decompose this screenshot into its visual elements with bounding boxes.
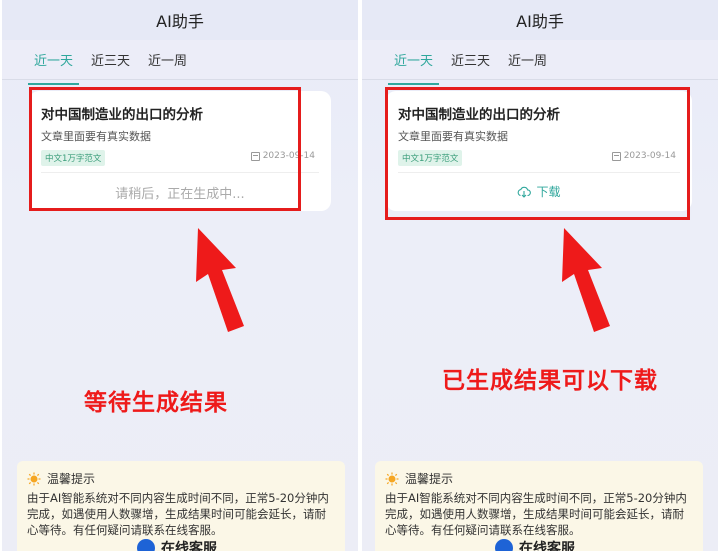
title-bar: AI助手 xyxy=(362,0,718,40)
tips-title: 温馨提示 xyxy=(47,472,96,486)
highlight-box-right xyxy=(385,87,690,220)
app-title: AI助手 xyxy=(516,12,564,31)
tab-three-days[interactable]: 近三天 xyxy=(89,44,132,75)
tab-bar: 近一天 近三天 近一周 xyxy=(362,40,718,85)
online-service-button[interactable]: 在线客服 xyxy=(495,538,575,551)
lightbulb-icon xyxy=(27,472,41,485)
annotation-caption: 等待生成结果 xyxy=(84,390,228,416)
lightbulb-icon xyxy=(385,472,399,485)
tab-one-week[interactable]: 近一周 xyxy=(506,44,549,75)
tab-three-days[interactable]: 近三天 xyxy=(449,44,492,75)
tips-body: 由于AI智能系统对不同内容生成时间不同，正常5-20分钟内完成，如遇使用人数骤增… xyxy=(27,491,329,537)
title-bar: AI助手 xyxy=(2,0,358,40)
highlight-box-left xyxy=(29,87,301,211)
tips-panel: 温馨提示 由于AI智能系统对不同内容生成时间不同，正常5-20分钟内完成，如遇使… xyxy=(375,461,703,551)
tips-header: 温馨提示 xyxy=(27,470,95,487)
annotation-caption: 已生成结果可以下载 xyxy=(442,368,658,394)
tips-header: 温馨提示 xyxy=(385,470,453,487)
red-arrow xyxy=(196,228,244,332)
red-arrow xyxy=(562,228,610,332)
tab-one-day[interactable]: 近一天 xyxy=(27,44,80,85)
online-service-button[interactable]: 在线客服 xyxy=(137,538,217,551)
tips-body: 由于AI智能系统对不同内容生成时间不同，正常5-20分钟内完成，如遇使用人数骤增… xyxy=(385,491,687,537)
service-label: 在线客服 xyxy=(161,541,217,551)
tab-one-day[interactable]: 近一天 xyxy=(387,44,440,85)
left-phone-screen: AI助手 近一天 近三天 近一周 对中国制造业的出口的分析 文章里面要有真实数据… xyxy=(2,0,358,551)
tips-title: 温馨提示 xyxy=(405,472,454,486)
tips-panel: 温馨提示 由于AI智能系统对不同内容生成时间不同，正常5-20分钟内完成，如遇使… xyxy=(17,461,345,551)
headset-icon xyxy=(137,539,155,551)
app-title: AI助手 xyxy=(156,12,204,31)
service-label: 在线客服 xyxy=(519,541,575,551)
tab-bar: 近一天 近三天 近一周 xyxy=(2,40,358,85)
right-phone-screen: AI助手 近一天 近三天 近一周 对中国制造业的出口的分析 文章里面要有真实数据… xyxy=(362,0,718,551)
headset-icon xyxy=(495,539,513,551)
tab-one-week[interactable]: 近一周 xyxy=(146,44,189,75)
